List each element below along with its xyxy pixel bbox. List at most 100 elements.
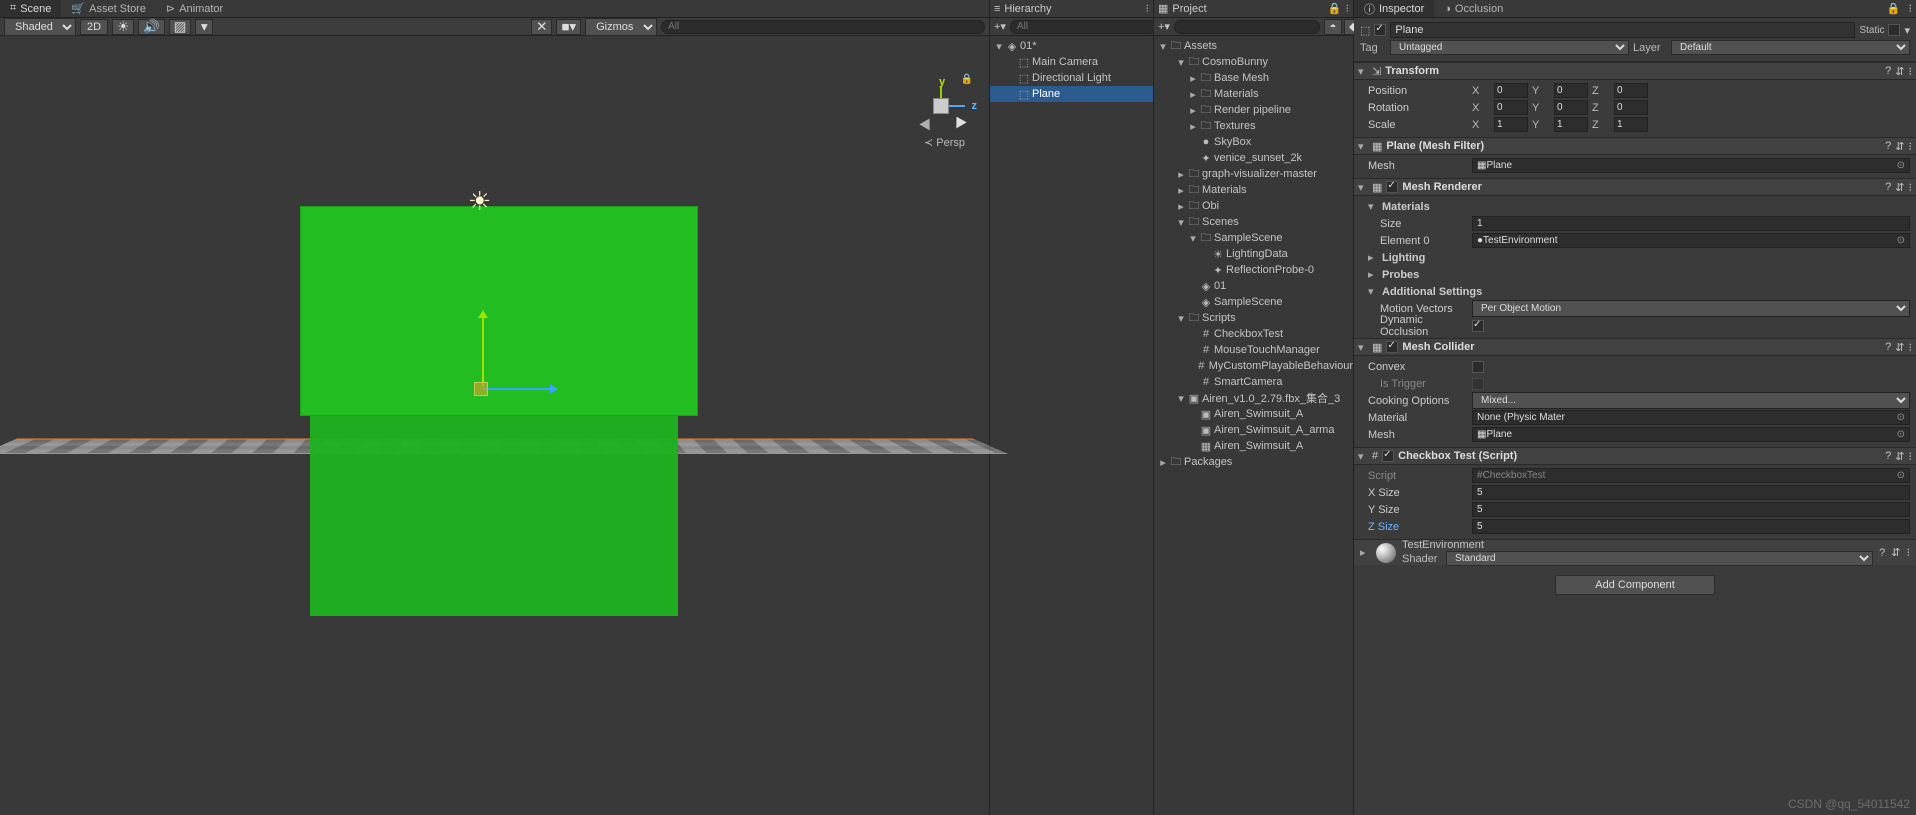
help-icon[interactable]: ? <box>1885 181 1891 193</box>
filter-type-icon[interactable]: ◓ <box>1324 19 1342 35</box>
project-item[interactable]: ▸🗀Textures <box>1154 118 1353 134</box>
scale-y-field[interactable] <box>1554 117 1588 132</box>
script-enabled-checkbox[interactable] <box>1382 450 1394 462</box>
context-menu-icon[interactable]: ⁝ <box>1909 65 1913 78</box>
mesh-filter-header[interactable]: ▾ ▦ Plane (Mesh Filter) ?⇵⁝ <box>1354 137 1916 155</box>
checkbox-test-header[interactable]: ▾ # Checkbox Test (Script) ?⇵⁝ <box>1354 447 1916 465</box>
add-component-button[interactable]: Add Component <box>1555 575 1715 595</box>
project-item[interactable]: ◈SampleScene <box>1154 294 1353 310</box>
rotation-x-field[interactable] <box>1494 100 1528 115</box>
transform-gizmo[interactable] <box>470 306 550 396</box>
chevron-right-icon[interactable]: ▸ <box>1176 184 1186 197</box>
active-checkbox[interactable] <box>1374 24 1386 36</box>
chevron-down-icon[interactable]: ▾ <box>1358 181 1368 194</box>
layer-dropdown[interactable]: Default <box>1671 40 1910 55</box>
perspective-label[interactable]: ≺ Persp <box>924 136 965 149</box>
project-item[interactable]: ●SkyBox <box>1154 134 1353 150</box>
project-item[interactable]: ☀LightingData <box>1154 246 1353 262</box>
tab-inspector[interactable]: ⓘInspector <box>1354 0 1434 17</box>
project-search-input[interactable] <box>1174 20 1320 34</box>
chevron-down-icon[interactable]: ▾ <box>1176 392 1186 405</box>
project-item[interactable]: ▾🗀Scripts <box>1154 310 1353 326</box>
project-item[interactable]: ✦venice_sunset_2k <box>1154 150 1353 166</box>
dynamic-occlusion-checkbox[interactable] <box>1472 320 1484 332</box>
position-y-field[interactable] <box>1554 83 1588 98</box>
context-menu-icon[interactable]: ⁝ <box>1907 546 1911 559</box>
project-item[interactable]: ▾▣Airen_v1.0_2.79.fbx_集合_3 <box>1154 390 1353 406</box>
project-item[interactable]: ✦ReflectionProbe-0 <box>1154 262 1353 278</box>
mesh-renderer-header[interactable]: ▾ ▦ Mesh Renderer ?⇵⁝ <box>1354 178 1916 196</box>
project-item[interactable]: #CheckboxTest <box>1154 326 1353 342</box>
hierarchy-scene-row[interactable]: ▾ ◈ 01* <box>990 38 1153 54</box>
directional-light-gizmo-icon[interactable]: ☀ <box>468 186 491 217</box>
preset-icon[interactable]: ⇵ <box>1895 341 1904 354</box>
chevron-right-icon[interactable]: ▸ <box>1176 168 1186 181</box>
collider-mesh-field[interactable]: ▦ Plane⊙ <box>1472 427 1910 442</box>
fx-toggle-icon[interactable]: ▨ <box>169 19 192 35</box>
chevron-down-icon[interactable]: ▾ <box>1358 140 1368 153</box>
scale-x-field[interactable] <box>1494 117 1528 132</box>
chevron-right-icon[interactable]: ▸ <box>1368 251 1378 264</box>
chevron-down-icon[interactable]: ▾ <box>1176 216 1186 229</box>
hierarchy-item[interactable]: ⬚Plane <box>990 86 1153 102</box>
chevron-right-icon[interactable]: ▸ <box>1176 200 1186 213</box>
xsize-field[interactable] <box>1472 485 1910 500</box>
chevron-right-icon[interactable]: ▸ <box>1188 120 1198 133</box>
context-menu-icon[interactable]: ⁝ <box>1909 341 1913 354</box>
project-item[interactable]: ▾🗀SampleScene <box>1154 230 1353 246</box>
lock-icon[interactable]: 🔒 <box>1328 2 1342 15</box>
help-icon[interactable]: ? <box>1885 450 1891 462</box>
tag-dropdown[interactable]: Untagged <box>1390 40 1629 55</box>
lighting-toggle-icon[interactable]: ☀ <box>112 19 134 35</box>
gizmo-origin-icon[interactable] <box>474 382 488 396</box>
mesh-collider-header[interactable]: ▾ ▦ Mesh Collider ?⇵⁝ <box>1354 338 1916 356</box>
project-item[interactable]: #SmartCamera <box>1154 374 1353 390</box>
position-x-field[interactable] <box>1494 83 1528 98</box>
hierarchy-search-input[interactable] <box>1010 20 1156 34</box>
project-assets-row[interactable]: ▾ 🗀 Assets <box>1154 38 1353 54</box>
static-dropdown-icon[interactable]: ▾ <box>1904 24 1910 37</box>
tools-icon[interactable]: ✕ <box>531 19 552 35</box>
orientation-gizmo[interactable]: 🔒 y z <box>911 76 971 136</box>
preset-icon[interactable]: ⇵ <box>1895 140 1904 153</box>
chevron-right-icon[interactable]: ▸ <box>1368 268 1378 281</box>
help-icon[interactable]: ? <box>1885 140 1891 152</box>
create-dropdown-icon[interactable]: +▾ <box>994 20 1006 33</box>
project-item[interactable]: ▸🗀Materials <box>1154 86 1353 102</box>
rotation-y-field[interactable] <box>1554 100 1588 115</box>
chevron-right-icon[interactable]: ▸ <box>1158 456 1168 469</box>
panel-menu-icon[interactable]: ⁝ <box>1146 2 1150 15</box>
materials-size-field[interactable] <box>1472 216 1910 231</box>
preset-icon[interactable]: ⇵ <box>1895 181 1904 194</box>
rotation-z-field[interactable] <box>1614 100 1648 115</box>
panel-menu-icon[interactable]: ⁝ <box>1346 2 1350 15</box>
nav-cube-icon[interactable] <box>933 98 949 114</box>
tab-asset-store[interactable]: 🛒Asset Store <box>61 0 156 17</box>
lock-icon[interactable]: 🔒 <box>1883 0 1905 17</box>
preset-icon[interactable]: ⇵ <box>1891 546 1900 559</box>
project-item[interactable]: #MouseTouchManager <box>1154 342 1353 358</box>
scene-search-input[interactable] <box>661 20 985 34</box>
zsize-field[interactable] <box>1472 519 1910 534</box>
shading-mode-dropdown[interactable]: Shaded <box>4 18 76 36</box>
scene-visibility-icon[interactable]: ▾ <box>195 19 213 35</box>
motion-vectors-dropdown[interactable]: Per Object Motion <box>1472 300 1910 317</box>
chevron-down-icon[interactable]: ▾ <box>1176 56 1186 69</box>
nav-axis-y[interactable]: y <box>939 76 945 88</box>
chevron-down-icon[interactable]: ▾ <box>1188 232 1198 245</box>
project-item[interactable]: #MyCustomPlayableBehaviour <box>1154 358 1353 374</box>
project-item[interactable]: ▦Airen_Swimsuit_A <box>1154 438 1353 454</box>
project-item[interactable]: ▾🗀Scenes <box>1154 214 1353 230</box>
mesh-field[interactable]: ▦ Plane⊙ <box>1472 158 1910 173</box>
chevron-down-icon[interactable]: ▾ <box>1358 341 1368 354</box>
gizmo-y-axis-icon[interactable] <box>482 316 484 386</box>
chevron-down-icon[interactable]: ▾ <box>1368 200 1378 213</box>
tab-scene[interactable]: ⌗Scene <box>0 0 61 17</box>
preset-icon[interactable]: ⇵ <box>1895 65 1904 78</box>
physic-material-field[interactable]: None (Physic Mater⊙ <box>1472 410 1910 425</box>
context-menu-icon[interactable]: ⁝ <box>1909 450 1913 463</box>
collider-enabled-checkbox[interactable] <box>1386 341 1398 353</box>
project-item[interactable]: ◈01 <box>1154 278 1353 294</box>
ysize-field[interactable] <box>1472 502 1910 517</box>
chevron-down-icon[interactable]: ▾ <box>994 40 1004 53</box>
